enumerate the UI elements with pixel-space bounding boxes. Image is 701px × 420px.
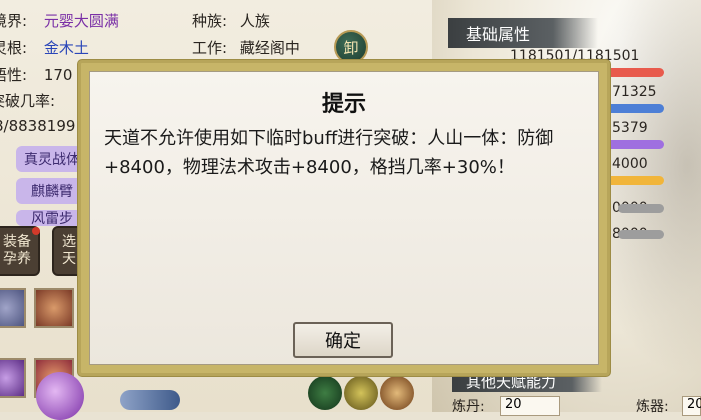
green-orb-icon[interactable] xyxy=(308,376,342,410)
select-tab-label: 选天 xyxy=(62,234,76,267)
dialog-title: 提示 xyxy=(321,92,366,117)
exp-row: 8/8838199 xyxy=(0,117,75,135)
job-quit-icon[interactable]: 卸 xyxy=(334,30,368,64)
realm-row: 境界: 元婴大圆满 xyxy=(0,10,119,31)
breakthrough-label: 突破几率: xyxy=(0,92,56,110)
gold-orb-icon[interactable] xyxy=(344,376,378,410)
stat-value: 170 xyxy=(43,66,73,84)
stat-row: 悟性: 170 xyxy=(0,64,72,85)
equipment-item-icon xyxy=(0,290,24,326)
attributes-header-label: 基础属性 xyxy=(466,25,531,44)
race-value: 人族 xyxy=(239,12,270,30)
stat-label: 悟性: xyxy=(0,66,28,84)
race-label: 种族: xyxy=(192,12,228,30)
race-row: 种族: 人族 xyxy=(192,10,270,31)
equipment-slot[interactable] xyxy=(0,288,26,328)
notification-dot xyxy=(32,227,40,235)
attributes-header: 基础属性 xyxy=(448,18,598,48)
equipment-slot[interactable] xyxy=(0,358,26,398)
dialog-frame: 提示 天道不允许使用如下临时buff进行突破：人山一体：防御+8400，物理法术… xyxy=(78,60,610,376)
job-quit-label: 卸 xyxy=(343,38,359,57)
dialog-panel: 提示 天道不允许使用如下临时buff进行突破：人山一体：防御+8400，物理法术… xyxy=(89,71,599,365)
exp-value: 8/8838199 xyxy=(0,117,76,135)
equip-nurture-label: 装备 孕养 xyxy=(3,234,31,267)
equipment-slot[interactable] xyxy=(34,288,74,328)
attribute-value-2: 5379 xyxy=(612,120,648,136)
breakthrough-row: 突破几率: xyxy=(0,90,55,111)
purple-orb-icon xyxy=(36,372,84,420)
job-value: 藏经阁中 xyxy=(239,39,300,57)
job-row: 工作: 藏经阁中 xyxy=(192,37,300,58)
amber-orb-icon[interactable] xyxy=(380,376,414,410)
forge-label: 炼器: xyxy=(636,399,669,415)
attribute-value-3: 4000 xyxy=(612,156,648,172)
dialog-message: 天道不允许使用如下临时buff进行突破：人山一体：防御+8400，物理法术攻击+… xyxy=(104,128,554,178)
root-value: 金木土 xyxy=(43,39,89,57)
confirm-button[interactable]: 确定 xyxy=(293,322,393,358)
attribute-value-1: 71325 xyxy=(612,84,657,100)
realm-value: 元婴大圆满 xyxy=(43,12,119,30)
alchemy-label: 炼丹: xyxy=(452,399,485,415)
realm-label: 境界: xyxy=(0,12,28,30)
alchemy-value: 20 xyxy=(500,396,560,416)
sword-icon xyxy=(120,390,180,410)
job-label: 工作: xyxy=(192,39,228,57)
grey-bar-1 xyxy=(618,204,664,213)
forge-value: 20 xyxy=(682,396,701,416)
equipment-item-icon xyxy=(36,290,72,326)
root-label: 灵根: xyxy=(0,39,28,57)
equipment-item-icon xyxy=(0,360,24,396)
root-row: 灵根: 金木土 xyxy=(0,37,89,58)
grey-bar-2 xyxy=(618,230,664,239)
